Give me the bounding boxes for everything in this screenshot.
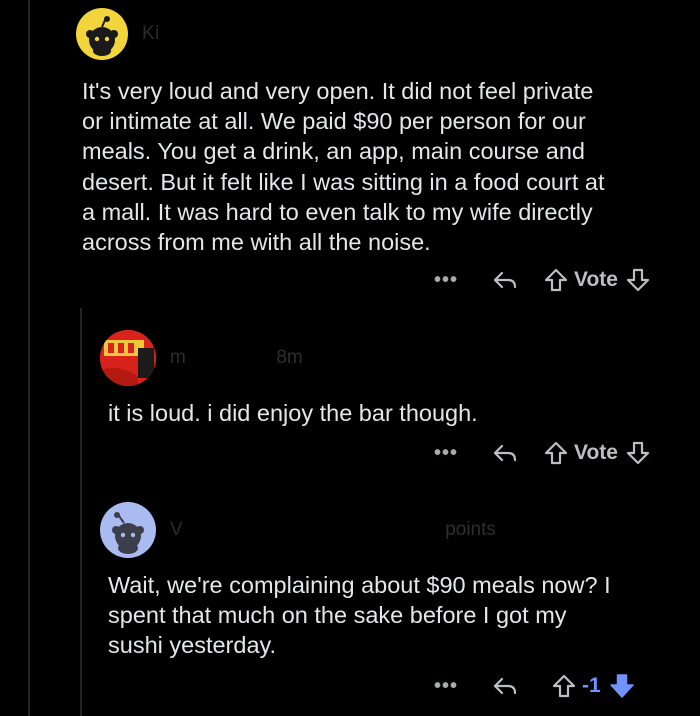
more-options-button[interactable]: ••• (434, 676, 458, 696)
comment-points: points (445, 519, 496, 540)
reply-icon[interactable] (492, 441, 518, 465)
comment-root: Ki It's very loud and very open. It did … (0, 0, 700, 300)
comment-actions: ••• Vote (434, 264, 650, 296)
comment-body: it is loud. i did enjoy the bar though. (108, 400, 478, 426)
upvote-icon[interactable] (544, 440, 568, 466)
reply-icon[interactable] (492, 674, 518, 698)
comment-actions: ••• -1 (434, 670, 635, 702)
vote-label: Vote (574, 268, 618, 291)
downvote-icon[interactable] (626, 440, 650, 466)
username[interactable]: V (170, 519, 183, 541)
downvote-icon[interactable] (626, 267, 650, 293)
comment-actions: ••• Vote (434, 437, 650, 469)
user-avatar[interactable] (100, 502, 156, 558)
snoo-icon (86, 16, 118, 56)
reply-icon[interactable] (492, 268, 518, 292)
user-avatar[interactable] (100, 330, 156, 386)
comment-body: Wait, we're complaining about $90 meals … (108, 572, 611, 659)
vote-label: Vote (574, 441, 618, 464)
user-avatar[interactable] (76, 8, 128, 60)
comment-body: It's very loud and very open. It did not… (82, 78, 605, 256)
comment-reply-2: V points Wait, we're complaining about $… (0, 480, 700, 716)
more-options-button[interactable]: ••• (434, 443, 458, 463)
upvote-icon[interactable] (552, 673, 576, 699)
snoo-icon (112, 512, 144, 554)
more-options-button[interactable]: ••• (434, 270, 458, 290)
upvote-icon[interactable] (544, 267, 568, 293)
photo-icon (100, 330, 156, 386)
downvote-active-icon[interactable] (609, 672, 635, 700)
comment-header: m 8m (100, 330, 303, 386)
comment-reply-1: m 8m it is loud. i did enjoy the bar tho… (0, 300, 700, 480)
username[interactable]: Ki (142, 23, 160, 45)
comment-header: Ki (76, 8, 160, 60)
vote-score: -1 (582, 674, 601, 697)
comment-age: 8m (276, 347, 303, 368)
comment-header: V points (100, 502, 496, 558)
username[interactable]: m (170, 347, 186, 369)
